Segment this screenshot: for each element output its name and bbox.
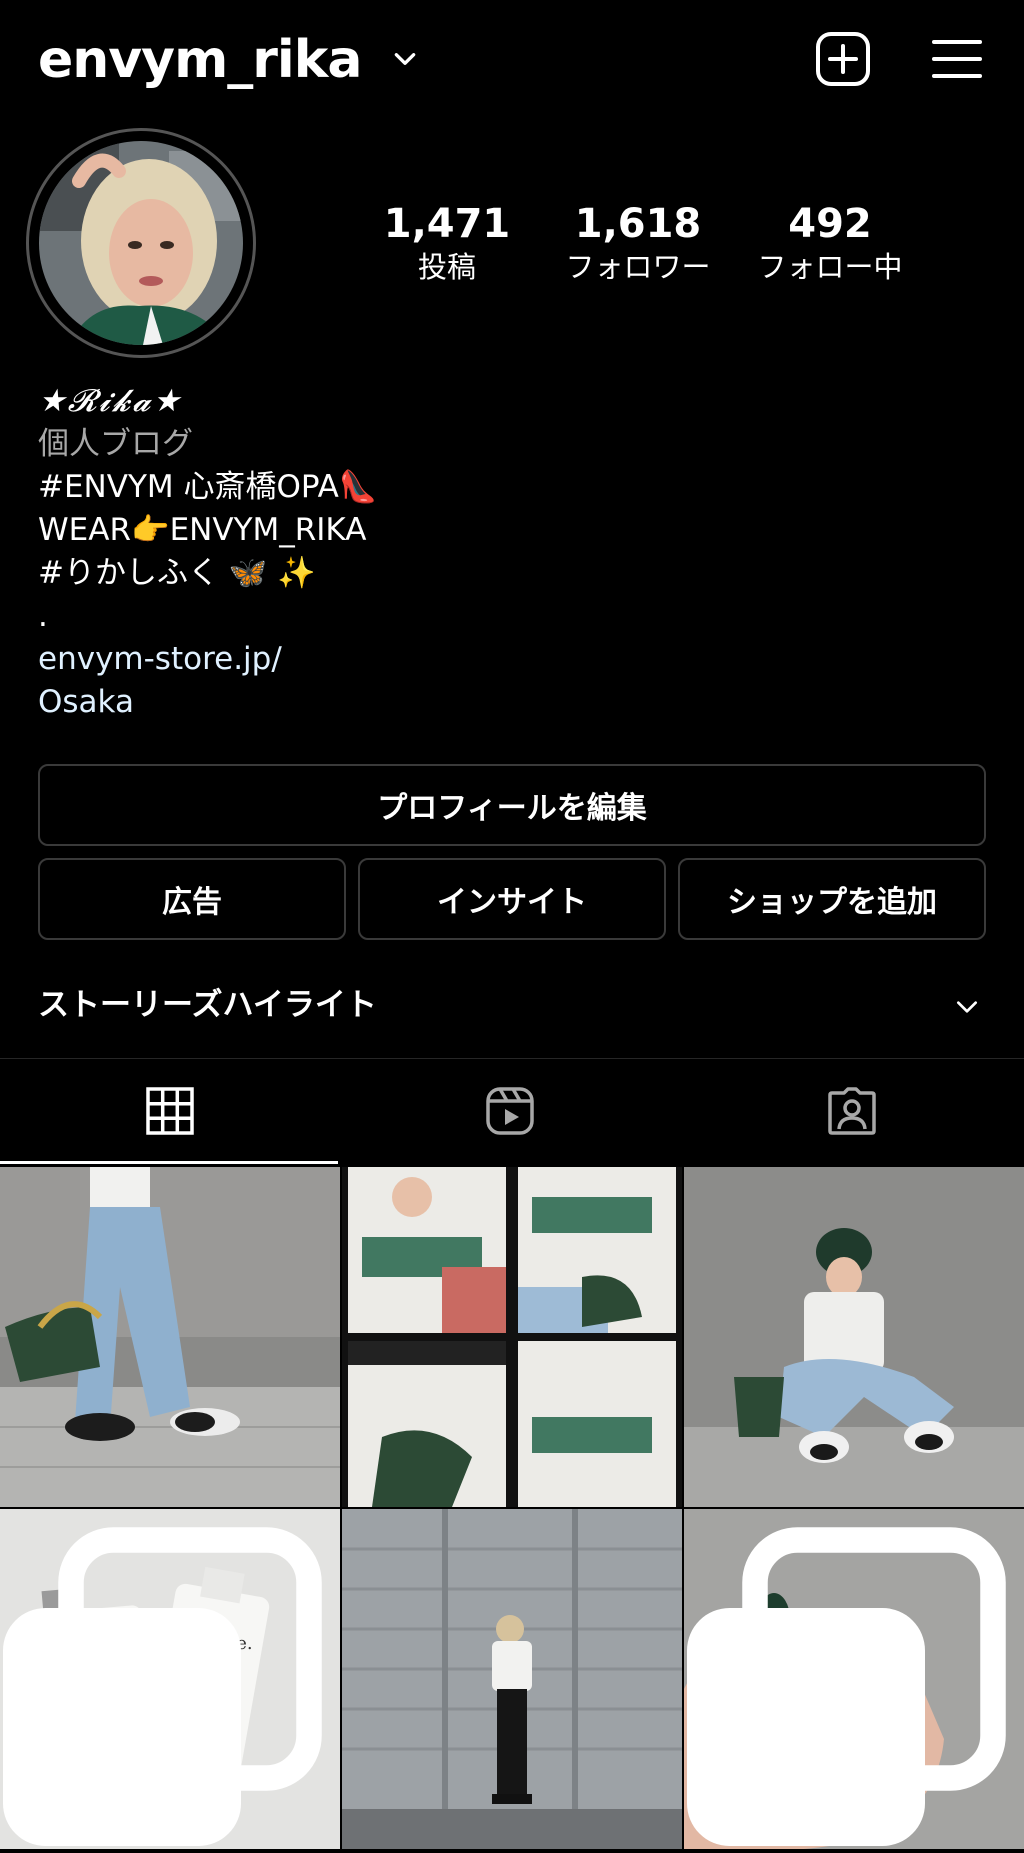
- tab-reels[interactable]: [340, 1059, 680, 1163]
- post-thumbnail[interactable]: [0, 1167, 340, 1507]
- tab-posts-grid[interactable]: [0, 1059, 340, 1163]
- following-count-label: フォロー中: [757, 250, 903, 284]
- add-shop-button[interactable]: ショップを追加: [678, 858, 986, 940]
- post-thumbnail[interactable]: [684, 1509, 1024, 1849]
- bio-website-link[interactable]: envym-store.jp/: [38, 638, 978, 681]
- post-thumbnail[interactable]: dAnce. dAnce.: [0, 1509, 340, 1849]
- tab-tagged[interactable]: [682, 1059, 1022, 1163]
- ads-button[interactable]: 広告: [38, 858, 346, 940]
- profile-category: 個人ブログ: [38, 426, 193, 462]
- posts-count-value: 1,471: [383, 201, 511, 247]
- active-tab-indicator: [0, 1161, 338, 1164]
- tagged-person-icon: [828, 1087, 876, 1135]
- following-count[interactable]: 492 フォロー中: [740, 200, 920, 286]
- profile-avatar[interactable]: [26, 128, 256, 358]
- plus-square-icon[interactable]: [814, 30, 872, 88]
- insights-button[interactable]: インサイト: [358, 858, 666, 940]
- posts-count-label: 投稿: [417, 250, 476, 284]
- bio-line: #りかしふく 🦋 ✨: [38, 555, 316, 591]
- followers-count-value: 1,618: [574, 201, 702, 247]
- followers-count[interactable]: 1,618 フォロワー: [548, 200, 728, 286]
- profile-header: envym_rika: [0, 0, 1024, 120]
- display-name: ★𝓡𝓲𝓴𝓪★: [38, 383, 183, 419]
- bio-line: .: [38, 598, 48, 634]
- post-thumbnail[interactable]: [684, 1167, 1024, 1507]
- chevron-down-icon: [956, 1001, 978, 1013]
- post-thumbnail[interactable]: [342, 1167, 682, 1507]
- grid-icon: [146, 1087, 194, 1135]
- bio-line: WEAR👉ENVYM_RIKA: [38, 512, 367, 548]
- username-switcher[interactable]: envym_rika: [38, 26, 362, 94]
- posts-count[interactable]: 1,471 投稿: [357, 200, 537, 286]
- story-highlights-toggle[interactable]: ストーリーズハイライト: [38, 980, 986, 1030]
- bio-location[interactable]: Osaka: [38, 681, 978, 724]
- avatar-photo: [39, 141, 243, 345]
- following-count-value: 492: [788, 201, 872, 247]
- followers-count-label: フォロワー: [565, 250, 711, 284]
- reels-icon: [486, 1087, 534, 1135]
- hamburger-menu-icon[interactable]: [928, 30, 986, 88]
- multiple-photos-icon: [3, 1527, 322, 1846]
- edit-profile-button[interactable]: プロフィールを編集: [38, 764, 986, 846]
- profile-bio: ★𝓡𝓲𝓴𝓪★ 個人ブログ #ENVYM 心斎橋OPA👠 WEAR👉ENVYM_R…: [38, 380, 978, 724]
- multiple-photos-icon: [687, 1527, 1006, 1846]
- chevron-down-icon[interactable]: [392, 46, 418, 72]
- story-highlights-label: ストーリーズハイライト: [38, 987, 377, 1023]
- bio-line: #ENVYM 心斎橋OPA👠: [38, 469, 378, 505]
- post-thumbnail[interactable]: [342, 1509, 682, 1849]
